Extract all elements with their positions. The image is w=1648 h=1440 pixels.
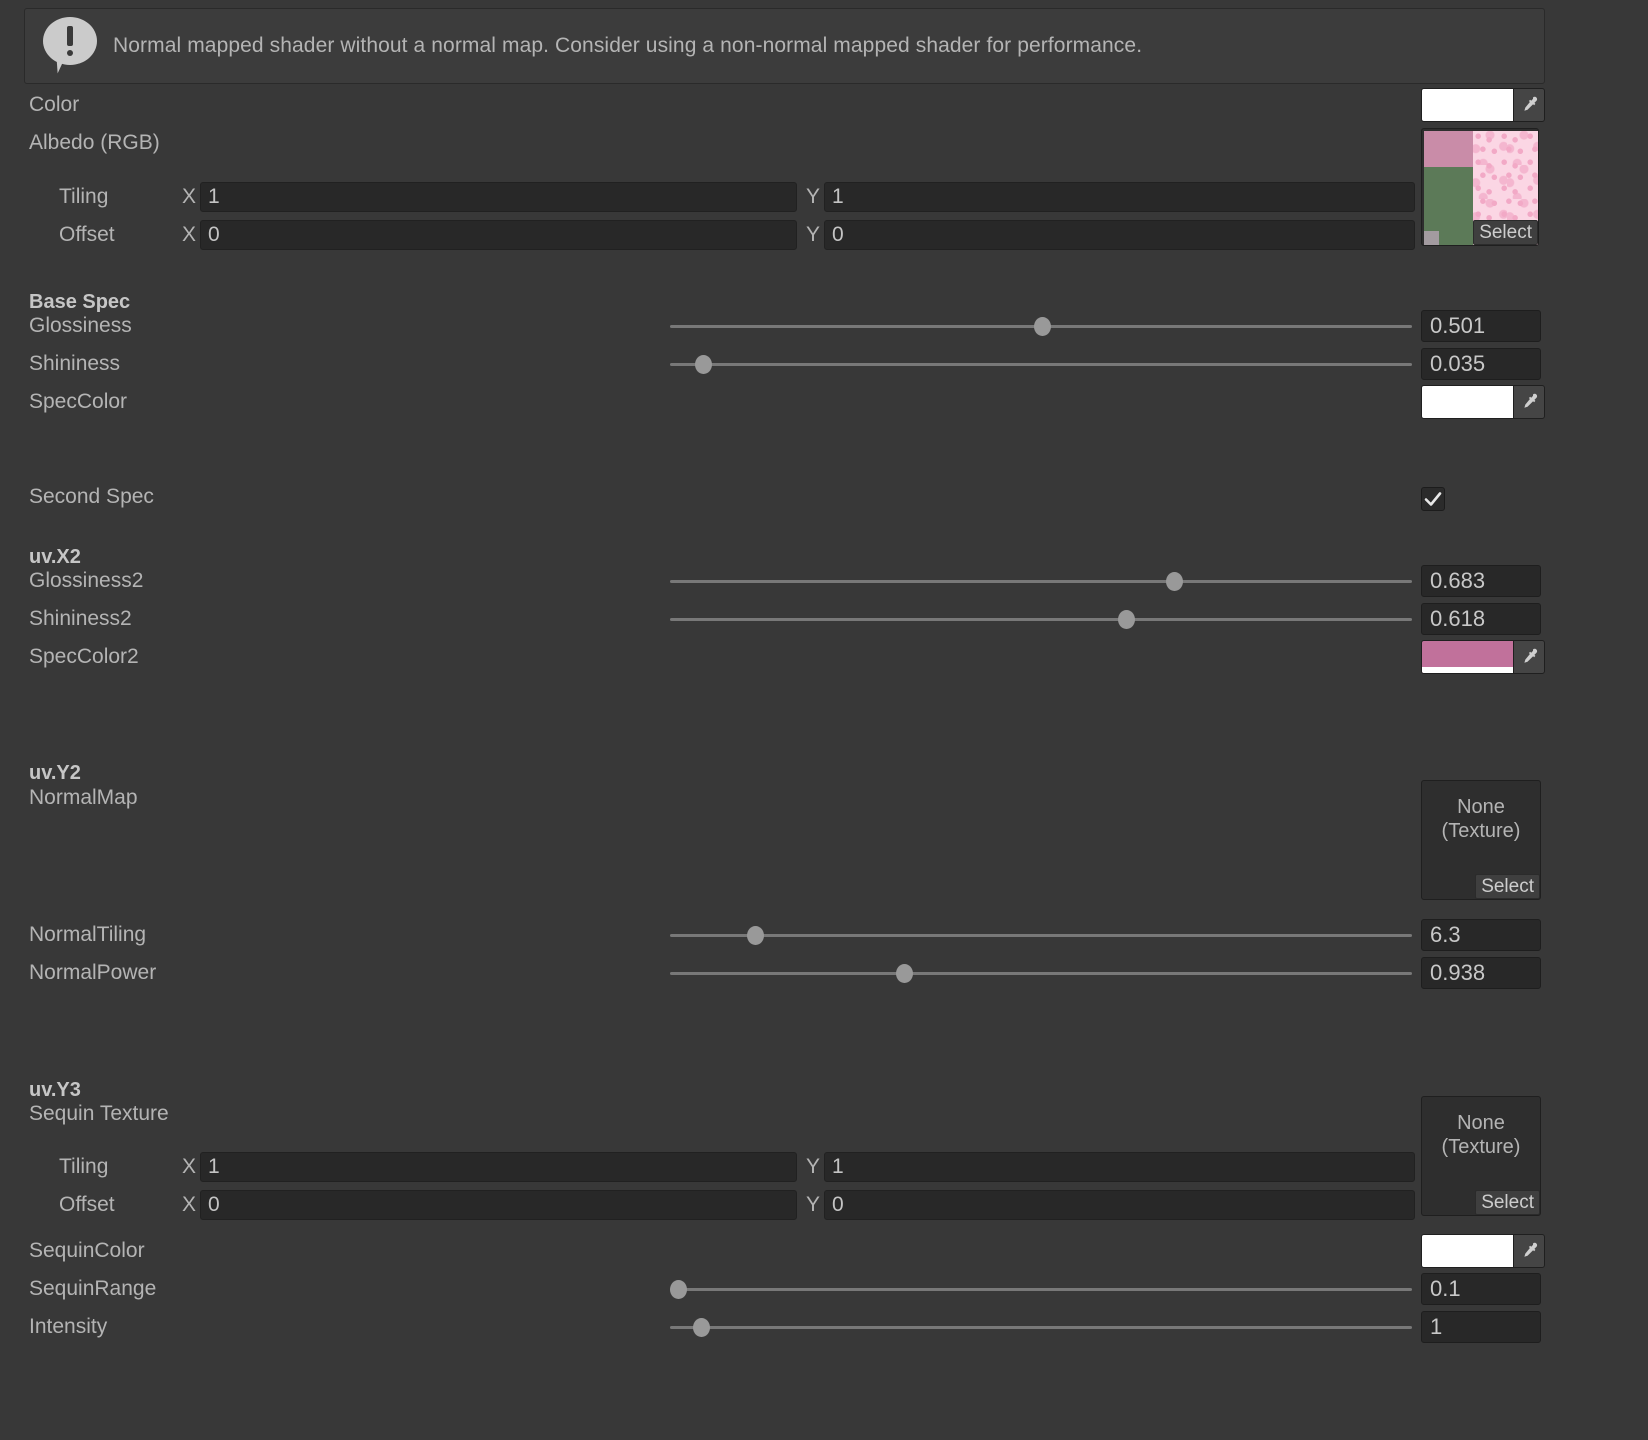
row-intensity: Intensity 1 [0, 1308, 1648, 1346]
spec-color2-eyedropper-icon[interactable] [1513, 640, 1545, 674]
albedo-tiling-label: Tiling [59, 185, 109, 208]
glossiness-slider-knob[interactable] [1033, 317, 1051, 336]
albedo-tiling-y-letter: Y [806, 185, 821, 208]
shininess2-slider[interactable] [670, 610, 1412, 629]
glossiness2-value-input[interactable]: 0.683 [1421, 565, 1541, 597]
albedo-offset-x-input[interactable]: 0 [200, 220, 797, 250]
intensity-slider-knob[interactable] [693, 1318, 711, 1337]
row-albedo: Albedo (RGB) [0, 124, 1648, 162]
albedo-offset-y-letter: Y [806, 223, 821, 246]
sequin-offset-x-input[interactable]: 0 [200, 1190, 797, 1220]
normal-power-value-input[interactable]: 0.938 [1421, 957, 1541, 989]
albedo-offset-label: Offset [59, 223, 115, 246]
sequin-tiling-x-letter: X [182, 1155, 197, 1178]
sequin-offset-x-letter: X [182, 1193, 197, 1216]
row-sequin-texture: Sequin Texture [0, 1095, 1648, 1133]
sequin-tiling-y-letter: Y [806, 1155, 821, 1178]
shininess-value-input[interactable]: 0.035 [1421, 348, 1541, 380]
sequin-range-slider[interactable] [670, 1280, 1412, 1299]
glossiness2-slider-knob[interactable] [1165, 572, 1183, 591]
glossiness-value-input[interactable]: 0.501 [1421, 310, 1541, 342]
color-eyedropper-icon[interactable] [1513, 88, 1545, 122]
row-sequin-range: SequinRange 0.1 [0, 1270, 1648, 1308]
sequin-texture-none-line1: None [1457, 1112, 1505, 1134]
warning-icon [43, 17, 99, 75]
shininess-slider-knob[interactable] [695, 355, 713, 374]
sequin-offset-label: Offset [59, 1193, 115, 1216]
shininess2-value-input[interactable]: 0.618 [1421, 603, 1541, 635]
albedo-label: Albedo (RGB) [29, 131, 160, 154]
glossiness2-slider[interactable] [670, 572, 1412, 591]
row-normal-map: NormalMap [0, 779, 1648, 817]
normal-power-slider[interactable] [670, 964, 1412, 983]
normal-tiling-slider-knob[interactable] [747, 926, 765, 945]
shininess-slider[interactable] [670, 355, 1412, 374]
row-shininess: Shininess 0.035 [0, 345, 1648, 383]
warning-helpbox: Normal mapped shader without a normal ma… [24, 8, 1545, 84]
sequin-range-label: SequinRange [29, 1277, 157, 1300]
row-color: Color [0, 86, 1648, 124]
row-second-spec: Second Spec [0, 478, 1648, 516]
warning-message: Normal mapped shader without a normal ma… [113, 34, 1143, 57]
row-glossiness: Glossiness 0.501 [0, 307, 1648, 345]
row-albedo-tiling: Tiling X 1 Y 1 [0, 178, 1648, 216]
glossiness-label: Glossiness [29, 314, 132, 337]
normal-tiling-slider[interactable] [670, 926, 1412, 945]
second-spec-checkbox[interactable] [1421, 487, 1445, 511]
second-spec-label: Second Spec [29, 485, 154, 508]
normal-map-select-button[interactable]: Select [1475, 874, 1540, 899]
albedo-offset-y-input[interactable]: 0 [824, 220, 1415, 250]
spec-color-label: SpecColor [29, 390, 128, 413]
normal-power-label: NormalPower [29, 961, 157, 984]
albedo-offset-x-letter: X [182, 223, 197, 246]
albedo-tiling-y-input[interactable]: 1 [824, 182, 1415, 212]
sequin-offset-y-input[interactable]: 0 [824, 1190, 1415, 1220]
sequin-tiling-label: Tiling [59, 1155, 109, 1178]
sequin-range-slider-knob[interactable] [670, 1280, 688, 1299]
row-shininess2: Shininess2 0.618 [0, 600, 1648, 638]
row-albedo-offset: Offset X 0 Y 0 [0, 216, 1648, 254]
normal-tiling-value-input[interactable]: 6.3 [1421, 919, 1541, 951]
row-spec-color2: SpecColor2 [0, 638, 1648, 676]
normal-map-none-line1: None [1457, 796, 1505, 818]
shininess2-slider-knob[interactable] [1117, 610, 1135, 629]
shininess-label: Shininess [29, 352, 121, 375]
intensity-value-input[interactable]: 1 [1421, 1311, 1541, 1343]
sequin-offset-y-letter: Y [806, 1193, 821, 1216]
albedo-tiling-x-input[interactable]: 1 [200, 182, 797, 212]
sequin-tiling-x-input[interactable]: 1 [200, 1152, 797, 1182]
color-label: Color [29, 93, 80, 116]
sequin-color-label: SequinColor [29, 1239, 145, 1262]
normal-tiling-label: NormalTiling [29, 923, 147, 946]
row-sequin-color: SequinColor [0, 1232, 1648, 1270]
row-sequin-offset: Offset X 0 Y 0 [0, 1186, 1648, 1224]
spec-color2-label: SpecColor2 [29, 645, 139, 668]
intensity-label: Intensity [29, 1315, 108, 1338]
glossiness2-label: Glossiness2 [29, 569, 144, 592]
shininess2-label: Shininess2 [29, 607, 132, 630]
row-normal-tiling: NormalTiling 6.3 [0, 916, 1648, 954]
sequin-texture-label: Sequin Texture [29, 1102, 169, 1125]
sequin-tiling-y-input[interactable]: 1 [824, 1152, 1415, 1182]
normal-power-slider-knob[interactable] [896, 964, 914, 983]
row-normal-power: NormalPower 0.938 [0, 954, 1648, 992]
albedo-tiling-x-letter: X [182, 185, 197, 208]
check-icon [1424, 492, 1442, 506]
row-sequin-tiling: Tiling X 1 Y 1 [0, 1148, 1648, 1186]
row-spec-color: SpecColor [0, 383, 1648, 421]
normal-map-none-line2: (Texture) [1441, 820, 1521, 842]
normal-map-label: NormalMap [29, 786, 138, 809]
sequin-color-eyedropper-icon[interactable] [1513, 1234, 1545, 1268]
row-glossiness2: Glossiness2 0.683 [0, 562, 1648, 600]
spec-color-eyedropper-icon[interactable] [1513, 385, 1545, 419]
sequin-range-value-input[interactable]: 0.1 [1421, 1273, 1541, 1305]
intensity-slider[interactable] [670, 1318, 1412, 1337]
glossiness-slider[interactable] [670, 317, 1412, 336]
normal-map-texture-field[interactable]: None (Texture) Select [1421, 780, 1541, 900]
